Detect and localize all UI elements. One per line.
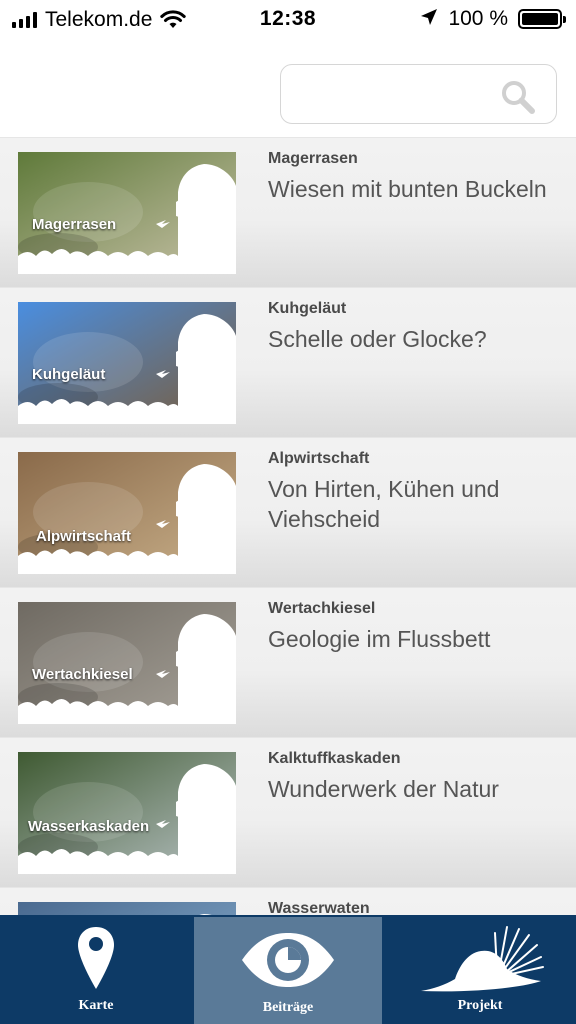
thumbnail-label: Wertachkiesel: [32, 666, 133, 683]
item-category: Alpwirtschaft: [268, 450, 370, 467]
search-icon[interactable]: [500, 79, 536, 120]
item-category: Kuhgeläut: [268, 300, 347, 317]
thumbnail-label: Kuhgeläut: [32, 366, 106, 383]
list-item-magerrasen[interactable]: Magerrasen Magerrasen Wiesen mit bunten …: [0, 137, 576, 287]
thumbnail-photo: [18, 602, 236, 724]
tab-label: Projekt: [457, 998, 503, 1013]
search-box[interactable]: [280, 64, 557, 124]
tab-bar: Karte Beiträge Projekt: [0, 915, 576, 1024]
item-title: Schelle oder Glocke?: [268, 326, 487, 352]
tab-label: Beiträge: [262, 1000, 314, 1015]
thumbnail-image: [18, 302, 236, 424]
thumbnail-photo: [18, 452, 236, 574]
item-title: Von Hirten, Kühen und Viehscheid: [268, 476, 500, 532]
tab-beitraege[interactable]: Beiträge: [194, 917, 382, 1024]
item-title: Wunderwerk der Natur: [268, 776, 499, 802]
thumbnail-photo: [18, 152, 236, 274]
eye-icon: [194, 931, 382, 989]
thumbnail-image: [18, 752, 236, 874]
thumbnail-image: [18, 152, 236, 274]
item-category: Wasserwaten: [268, 900, 370, 915]
battery-icon: [518, 9, 566, 29]
item-category: Magerrasen: [268, 150, 358, 167]
list-item-wasserwaten[interactable]: Wasserwaten: [0, 887, 576, 915]
thumbnail-image: [18, 602, 236, 724]
thumbnail-image: [18, 902, 236, 915]
location-arrow-icon: [420, 8, 438, 31]
thumbnail-photo: [18, 302, 236, 424]
item-title: Wiesen mit bunten Buckeln: [268, 176, 547, 202]
status-bar: Telekom.de 12:38 100 %: [0, 0, 576, 40]
status-right: 100 %: [420, 7, 566, 31]
thumbnail-label: Alpwirtschaft: [36, 528, 132, 545]
item-category: Wertachkiesel: [268, 600, 376, 617]
item-category: Kalktuffkaskaden: [268, 750, 401, 767]
list-item-alpwirtschaft[interactable]: Alpwirtschaft Alpwirtschaft Von Hirten, …: [0, 437, 576, 587]
thumbnail-image: [18, 452, 236, 574]
hat-icon: [384, 923, 576, 995]
list-item-wertachkiesel[interactable]: Wertachkiesel Wertachkiesel Geologie im …: [0, 587, 576, 737]
list-item-kalktuffkaskaden[interactable]: Wasserkaskaden Kalktuffkaskaden Wunderwe…: [0, 737, 576, 887]
thumbnail-photo: [18, 902, 236, 915]
map-pin-icon: [0, 925, 192, 993]
item-title: Geologie im Flussbett: [268, 626, 491, 652]
list-item-kuhgelaeut[interactable]: Kuhgeläut Kuhgeläut Schelle oder Glocke?: [0, 287, 576, 437]
thumbnail-photo: [18, 752, 236, 874]
thumbnail-label: Magerrasen: [32, 216, 117, 233]
search-input[interactable]: [293, 65, 493, 123]
battery-percent: 100 %: [448, 7, 508, 30]
thumbnail-label: Wasserkaskaden: [28, 818, 150, 835]
tab-karte[interactable]: Karte: [0, 915, 192, 1024]
tab-label: Karte: [78, 998, 114, 1013]
article-list[interactable]: Magerrasen Magerrasen Wiesen mit bunten …: [0, 137, 576, 915]
tab-projekt[interactable]: Projekt: [384, 915, 576, 1024]
